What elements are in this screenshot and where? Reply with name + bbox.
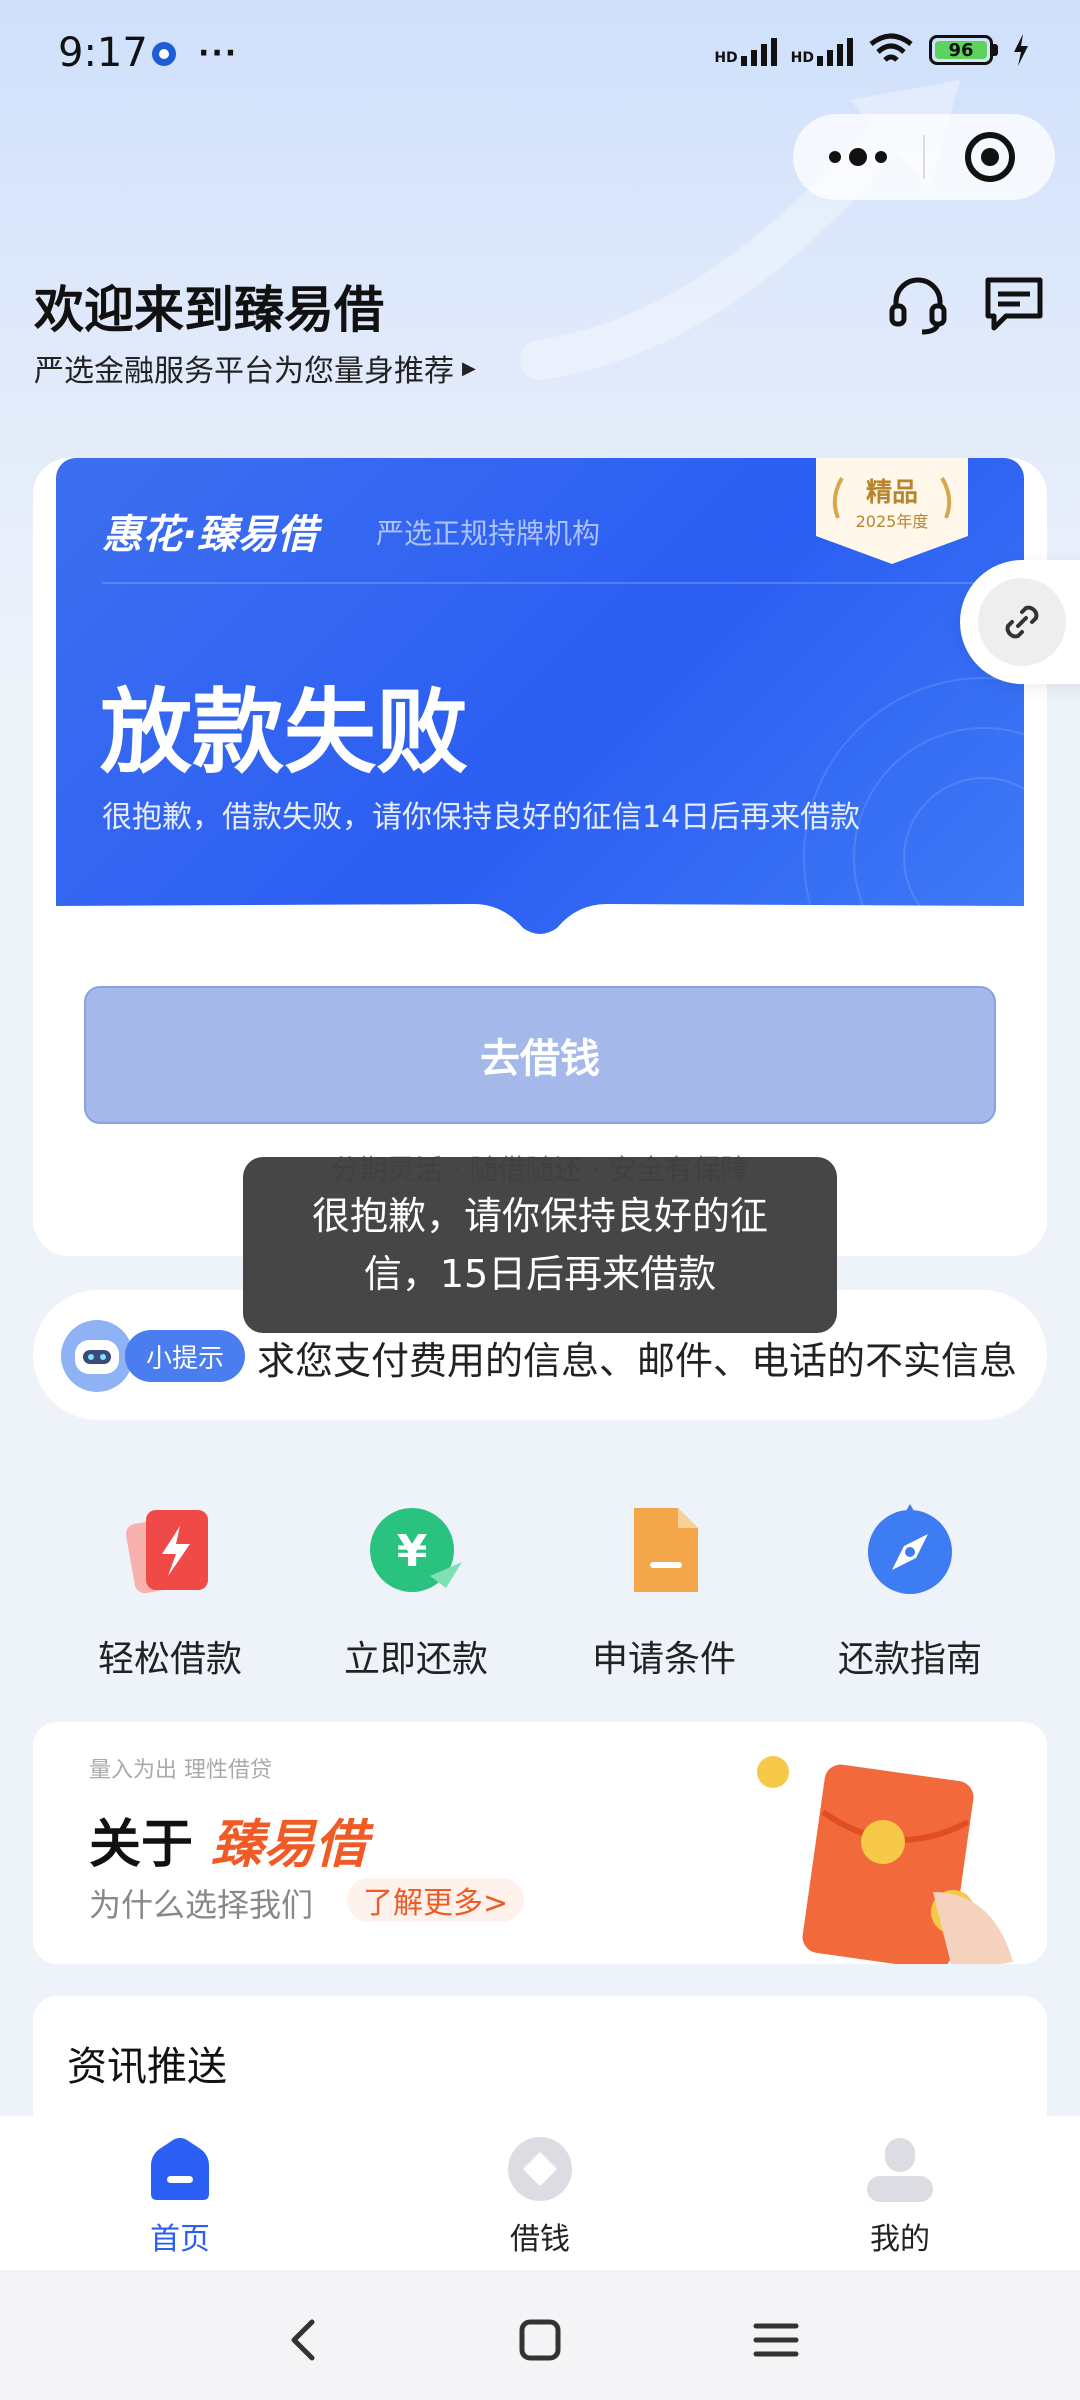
about-slogan: 量入为出 理性借贷 [89, 1758, 272, 1783]
battery-icon: 96 [929, 35, 998, 65]
close-miniprogram-button[interactable] [925, 131, 1055, 183]
red-envelope-illustration [757, 1756, 1013, 1964]
quick-entry-label: 立即还款 [343, 1639, 488, 1680]
recent-apps-icon[interactable] [746, 2310, 806, 2370]
status-notification-icons: ··· [150, 36, 238, 71]
panel-tag: 严选正规持牌机构 [376, 517, 601, 550]
more-notifications-icon: ··· [198, 36, 239, 71]
about-subtitle: 为什么选择我们 [89, 1886, 314, 1924]
quick-entry-label: 轻松借款 [97, 1639, 242, 1680]
panel-brand: 惠花·臻易借 [102, 512, 318, 558]
share-link-button[interactable] [960, 560, 1080, 684]
tab-label: 首页 [150, 2222, 210, 2257]
panel-wave-divider [33, 904, 1047, 980]
news-title: 资讯推送 [67, 2044, 227, 2090]
quick-entry-requirements[interactable]: 申请条件 [564, 1500, 764, 1682]
document-icon [634, 1508, 698, 1592]
quick-entry-repay-guide[interactable]: 还款指南 [810, 1500, 1010, 1682]
signal-hd-label: HD [790, 50, 814, 66]
message-icon[interactable] [982, 272, 1046, 336]
toast-message: 很抱歉，请你保持良好的征信，15日后再来借款 [243, 1157, 837, 1333]
battery-level: 96 [948, 39, 974, 61]
borrow-button[interactable]: 去借钱 [84, 986, 996, 1124]
about-title-prefix: 关于 [89, 1815, 194, 1875]
headset-icon[interactable] [886, 272, 950, 336]
loan-status-title: 放款失败 [100, 679, 469, 786]
tip-label: 小提示 [125, 1330, 245, 1382]
status-time: 9:17 [58, 30, 148, 76]
wifi-icon [869, 33, 913, 62]
lightning-icon [125, 1510, 208, 1594]
tab-label: 我的 [870, 2222, 930, 2257]
home-icon [151, 2138, 209, 2200]
play-arrow-icon: ▶ [462, 357, 476, 379]
yuan-icon: ¥ [370, 1508, 462, 1592]
welcome-title: 欢迎来到臻易借 [34, 281, 384, 339]
quick-entry-easy-loan[interactable]: 轻松借款 [70, 1500, 270, 1682]
news-section: 资讯推送 [33, 1996, 1047, 2136]
diamond-icon [508, 2137, 572, 2201]
compass-icon [868, 1504, 952, 1594]
bottom-tab-bar: 首页 借钱 我的 [0, 2116, 1080, 2270]
signal-hd-label: HD [714, 50, 738, 66]
more-menu-button[interactable] [793, 148, 923, 166]
robot-icon [61, 1320, 133, 1392]
panel-divider [102, 582, 978, 584]
welcome-subtitle-text: 严选金融服务平台为您量身推荐 [34, 354, 454, 389]
user-icon [867, 2138, 933, 2202]
learn-more-link[interactable]: 了解更多> [347, 1878, 525, 1922]
quick-entry-label: 还款指南 [837, 1639, 982, 1680]
miniprogram-capsule [793, 114, 1055, 200]
tip-marquee-text: 求您支付费用的信息、邮件、电话的不实信息 [257, 1339, 1018, 1383]
system-navigation-bar [0, 2270, 1080, 2400]
about-title: 关于 臻易借 [89, 1802, 367, 1877]
badge-title: 精品 [865, 478, 918, 508]
target-icon [965, 132, 1015, 182]
signal-icon-1: HD [714, 34, 777, 66]
tab-label: 借钱 [510, 2222, 570, 2257]
svg-text:¥: ¥ [397, 1526, 428, 1577]
quality-badge: 精品 2025年度 [816, 458, 968, 564]
status-bar: 9:17 ··· HD HD 96 [0, 0, 1080, 110]
back-icon[interactable] [274, 2310, 334, 2370]
app-notification-icon [152, 41, 176, 66]
link-icon [1005, 605, 1039, 639]
tab-mine[interactable]: 我的 [800, 2136, 1000, 2258]
charging-icon [1014, 34, 1028, 66]
welcome-subtitle[interactable]: 严选金融服务平台为您量身推荐 ▶ [34, 346, 476, 390]
tab-home[interactable]: 首页 [80, 2136, 280, 2258]
about-title-brand: 臻易借 [211, 1815, 368, 1875]
quick-entry-repay-now[interactable]: ¥ 立即还款 [316, 1500, 516, 1682]
signal-icon-2: HD [791, 34, 853, 66]
badge-year: 2025年度 [855, 512, 929, 531]
home-square-icon[interactable] [510, 2310, 570, 2370]
tab-borrow[interactable]: 借钱 [440, 2136, 640, 2258]
about-card[interactable]: 量入为出 理性借贷 关于 臻易借 为什么选择我们 了解更多> [33, 1722, 1047, 1964]
status-right-icons: HD HD 96 [714, 32, 1030, 68]
quick-entry-label: 申请条件 [591, 1639, 736, 1680]
